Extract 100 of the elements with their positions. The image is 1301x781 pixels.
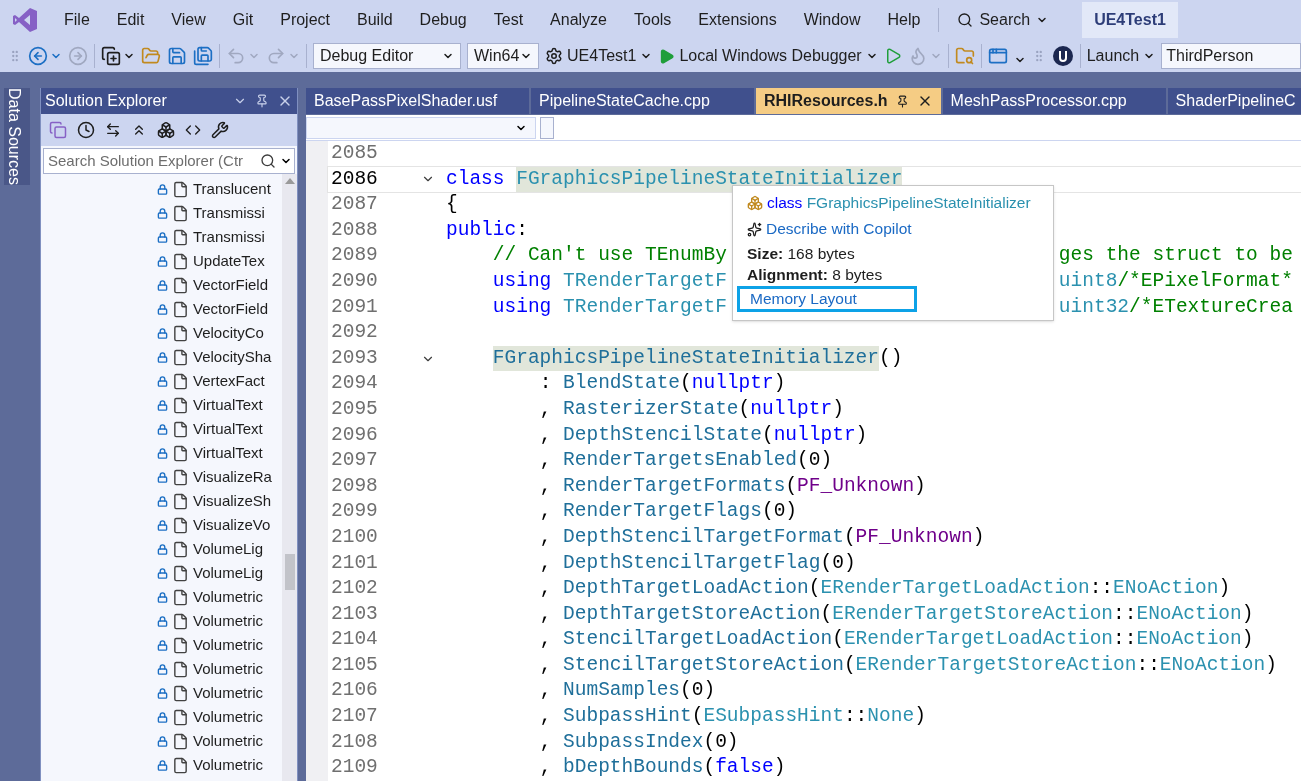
- symbol-signature[interactable]: class FGraphicsPipelineStateInitializer: [767, 191, 1031, 215]
- code-token: ::: [1136, 652, 1160, 678]
- window-button[interactable]: [987, 46, 1008, 66]
- search-icon: [260, 153, 276, 169]
- file-name[interactable]: VectorField: [193, 273, 269, 297]
- menu-item[interactable]: Test: [493, 8, 524, 32]
- menu-item[interactable]: Edit: [116, 8, 145, 32]
- code-token: ): [773, 755, 786, 781]
- file-name[interactable]: VirtualText: [193, 441, 263, 465]
- clock-icon[interactable]: [77, 121, 95, 139]
- file-name[interactable]: Volumetric: [193, 705, 264, 729]
- folder-search-icon: [954, 46, 975, 66]
- line-number: 2101: [330, 550, 379, 576]
- file-name[interactable]: Volumetric: [193, 633, 264, 657]
- code-token: ): [855, 422, 868, 448]
- back-button[interactable]: [28, 46, 62, 66]
- file-name[interactable]: Volumetric: [193, 609, 264, 633]
- sparkle-icon: [747, 221, 762, 237]
- menu-item[interactable]: Analyze: [550, 8, 607, 32]
- file-name[interactable]: Volumetric: [193, 681, 264, 705]
- code-token: ,: [539, 678, 552, 704]
- menu-item[interactable]: Help: [887, 8, 921, 32]
- file-name[interactable]: VolumeLig: [193, 537, 264, 561]
- file-name[interactable]: VisualizeSh: [193, 489, 272, 513]
- file-icon: [172, 348, 189, 366]
- menu-item[interactable]: View: [171, 8, 206, 32]
- menu-item[interactable]: Git: [232, 8, 254, 32]
- menu-item[interactable]: File: [64, 8, 90, 32]
- code-token: DepthStencilState: [563, 422, 762, 448]
- file-name[interactable]: VolumeLig: [193, 561, 264, 585]
- file-name[interactable]: Volumetric: [193, 657, 264, 681]
- menu-item[interactable]: Window: [803, 8, 861, 32]
- file-name[interactable]: VisualizeRa: [193, 465, 272, 489]
- file-name[interactable]: VelocitySha: [193, 345, 272, 369]
- document-tab[interactable]: ShaderPipelineC: [1167, 88, 1301, 114]
- solution-view-icon[interactable]: [49, 121, 67, 139]
- file-name[interactable]: VectorField: [193, 297, 269, 321]
- code-token: ,: [539, 524, 552, 550]
- file-name[interactable]: Volumetric: [193, 585, 264, 609]
- file-name[interactable]: Transmissi: [193, 201, 265, 225]
- side-tab[interactable]: Data Sources: [3, 88, 30, 185]
- menu-item[interactable]: Debug: [419, 8, 467, 32]
- file-icon: [172, 468, 189, 486]
- file-name[interactable]: VisualizeVo: [193, 513, 271, 537]
- sync-icon[interactable]: [105, 122, 121, 138]
- code-token: ): [914, 473, 926, 499]
- code-token: ,: [539, 473, 552, 499]
- scrollbar[interactable]: [282, 174, 297, 781]
- copilot-link[interactable]: Describe with Copilot: [766, 217, 912, 241]
- code-token: (0): [703, 729, 739, 755]
- code-token: ,: [539, 422, 552, 448]
- settings-icon[interactable]: [211, 121, 229, 139]
- layout-fact: Size: 168 bytes: [746, 244, 856, 263]
- file-name[interactable]: Volumetric: [193, 729, 264, 753]
- document-tab[interactable]: RHIResources.h: [756, 88, 941, 114]
- file-name[interactable]: VertexFact: [193, 369, 265, 393]
- code-token: (: [808, 576, 821, 602]
- menu-item[interactable]: Project: [280, 8, 330, 32]
- code-token: :: [516, 217, 528, 243]
- file-name[interactable]: VirtualText: [193, 393, 263, 417]
- play-icon: [658, 47, 676, 65]
- search-field[interactable]: Search Solution Explorer (Ctr: [43, 148, 295, 174]
- code-token: ENoAction: [1136, 627, 1242, 653]
- save-all-button[interactable]: [193, 46, 213, 66]
- file-name[interactable]: UpdateTex: [193, 249, 265, 273]
- file-icon: [172, 228, 189, 246]
- code-token: false: [715, 755, 774, 781]
- configuration-dropdown[interactable]: Win64: [467, 43, 539, 69]
- configuration-dropdown[interactable]: Debug Editor: [313, 43, 461, 69]
- arrow-left-icon: [28, 46, 48, 66]
- file-name[interactable]: VelocityCo: [193, 321, 264, 345]
- menu-item[interactable]: Tools: [634, 8, 672, 32]
- boxes-icon[interactable]: [157, 121, 175, 139]
- document-tab[interactable]: MeshPassProcessor.cpp: [942, 88, 1166, 114]
- code-token: ): [914, 704, 926, 730]
- code-token: BlendState: [563, 371, 681, 397]
- layout-fact: Alignment: 8 bytes: [746, 265, 884, 284]
- file-name[interactable]: Translucent: [193, 177, 271, 201]
- new-item-button[interactable]: [101, 46, 135, 66]
- menu-item[interactable]: Extensions: [698, 8, 777, 32]
- save-button[interactable]: [167, 46, 187, 66]
- file-icon: [172, 756, 189, 774]
- code-token: ::: [1113, 601, 1137, 627]
- code-token: DepthTargetLoadAction: [563, 576, 809, 602]
- engine-logo-icon[interactable]: [1051, 45, 1074, 67]
- memory-layout-link[interactable]: Memory Layout: [737, 286, 917, 312]
- file-name[interactable]: Volumetric: [193, 753, 264, 777]
- menu-item[interactable]: Build: [357, 8, 393, 32]
- launch-target-field[interactable]: ThirdPerson: [1161, 43, 1301, 69]
- document-tab[interactable]: PipelineStateCache.cpp: [531, 88, 754, 114]
- search-button[interactable]: Search: [957, 8, 1049, 32]
- pin-icon[interactable]: [895, 94, 909, 108]
- code-token: ERenderTargetStoreAction: [832, 601, 1114, 627]
- launch-menu-button[interactable]: Launch: [1086, 44, 1156, 68]
- file-name[interactable]: Transmissi: [193, 225, 265, 249]
- startup-project-dropdown[interactable]: UE4Test1: [545, 44, 653, 68]
- document-tab[interactable]: BasePassPixelShader.usf: [306, 88, 529, 114]
- file-name[interactable]: VirtualText: [193, 417, 263, 441]
- code-icon[interactable]: [185, 122, 201, 138]
- start-debugging-button[interactable]: Local Windows Debugger: [658, 44, 878, 68]
